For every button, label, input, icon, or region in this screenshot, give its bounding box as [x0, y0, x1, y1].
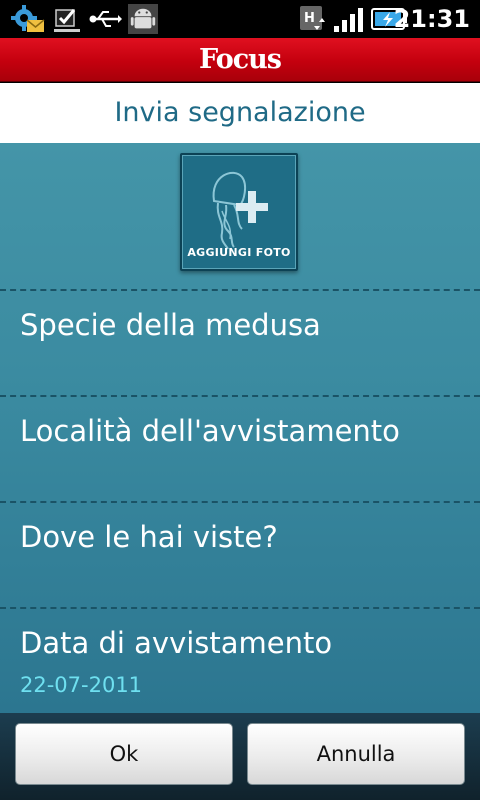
checkbox-notification-icon [54, 9, 80, 32]
clock: 21:31 [393, 5, 470, 33]
location-row[interactable]: Località dell'avvistamento [0, 395, 480, 501]
usb-icon [89, 11, 122, 27]
add-photo-button[interactable]: AGGIUNGI FOTO [180, 153, 298, 271]
ok-button[interactable]: Ok [15, 723, 233, 785]
android-debug-icon [128, 4, 158, 34]
action-bar: Ok Annulla [0, 713, 480, 800]
jellyfish-add-icon [212, 172, 268, 250]
date-value: 22-07-2011 [20, 673, 143, 697]
where-seen-row[interactable]: Dove le hai viste? [0, 501, 480, 607]
svg-text:H: H [304, 11, 315, 26]
page-title: Invia segnalazione [114, 97, 366, 128]
species-label: Specie della medusa [20, 308, 321, 342]
add-photo-label: AGGIUNGI FOTO [187, 246, 291, 259]
signal-icon [334, 8, 363, 32]
hspa-data-icon: H [300, 6, 325, 30]
app-header: Focus [0, 38, 480, 82]
date-row[interactable]: Data di avvistamento 22-07-2011 [0, 607, 480, 713]
title-bar: Invia segnalazione [0, 83, 480, 143]
date-label: Data di avvistamento [20, 626, 333, 660]
status-bar: H 21:31 [0, 0, 480, 38]
cancel-button[interactable]: Annulla [247, 723, 465, 785]
where-seen-label: Dove le hai viste? [20, 520, 278, 554]
settings-notification-icon [11, 5, 45, 32]
focus-logo: Focus [199, 44, 282, 75]
species-row[interactable]: Specie della medusa [0, 289, 480, 395]
location-label: Località dell'avvistamento [20, 414, 400, 448]
report-form: AGGIUNGI FOTO Specie della medusa Locali… [0, 143, 480, 713]
